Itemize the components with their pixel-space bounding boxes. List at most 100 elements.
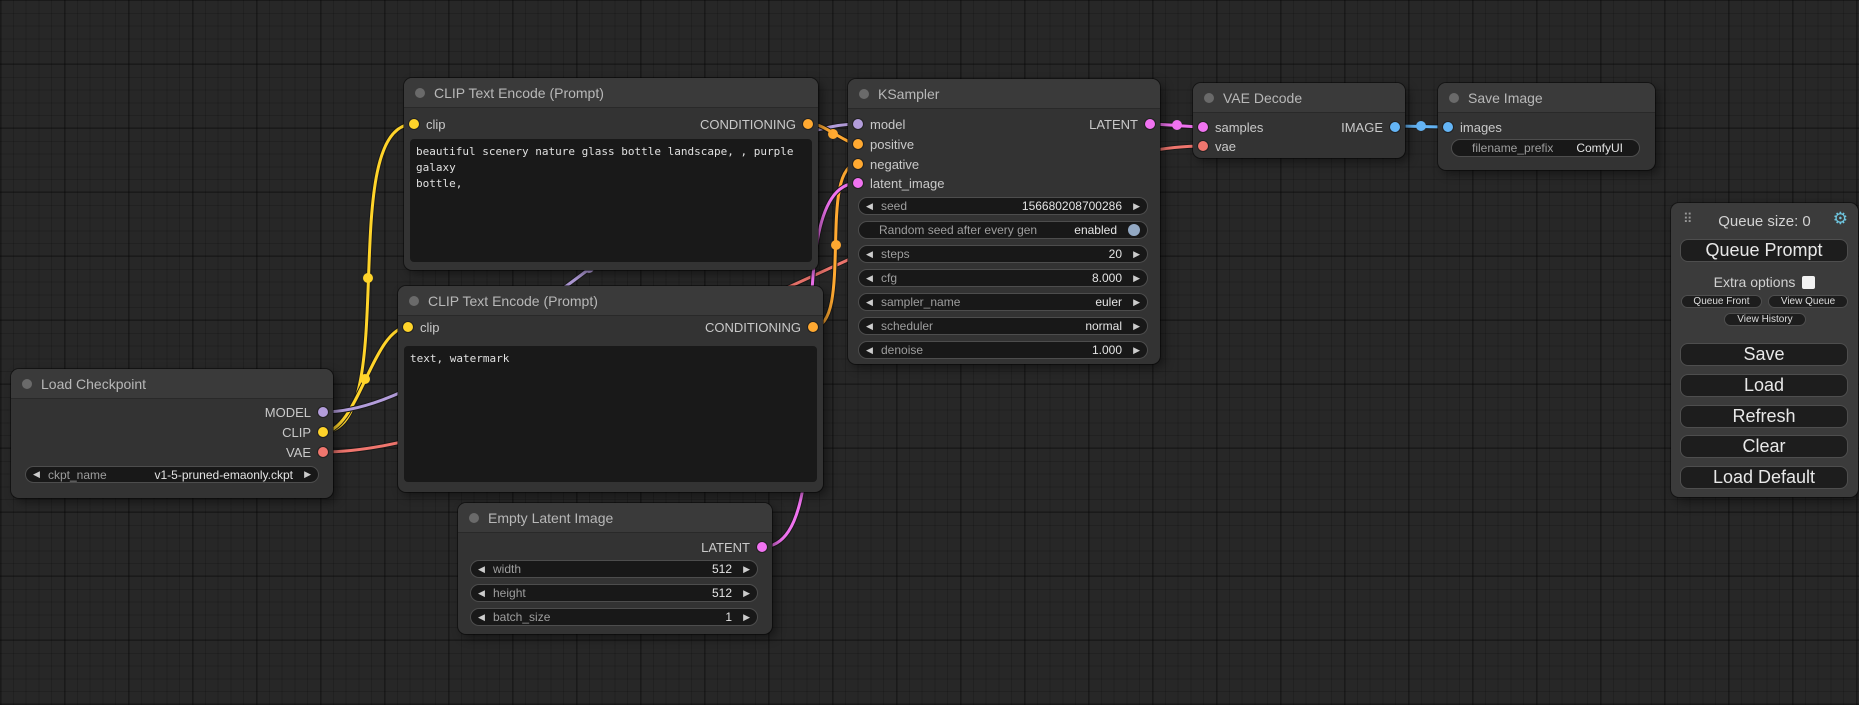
filename-prefix-widget[interactable]: filename_prefix ComfyUI <box>1451 139 1640 157</box>
collapse-dot-icon[interactable] <box>409 296 419 306</box>
extra-options-checkbox[interactable] <box>1802 276 1815 289</box>
view-queue-button[interactable]: View Queue <box>1768 295 1848 308</box>
node-ksampler[interactable]: KSampler model positive negative latent_… <box>848 79 1160 364</box>
node-empty-latent-image[interactable]: Empty Latent Image LATENT ◀ width 512 ▶ … <box>458 503 772 634</box>
node-vae-decode[interactable]: VAE Decode samples vae IMAGE <box>1193 83 1405 158</box>
decrement-icon[interactable]: ◀ <box>866 202 879 211</box>
collapse-dot-icon[interactable] <box>22 379 32 389</box>
vae-input-dot-icon[interactable] <box>1198 141 1208 151</box>
node-header[interactable]: Save Image <box>1438 83 1655 113</box>
decrement-icon[interactable]: ◀ <box>866 298 879 307</box>
input-slot-latent-image[interactable]: latent_image <box>853 173 944 193</box>
output-slot-vae[interactable]: VAE <box>286 442 328 462</box>
input-slot-positive[interactable]: positive <box>853 134 914 154</box>
input-slot-vae[interactable]: vae <box>1198 136 1236 156</box>
node-header[interactable]: CLIP Text Encode (Prompt) <box>398 286 823 316</box>
decrement-icon[interactable]: ◀ <box>478 565 491 574</box>
toggle-on-icon[interactable] <box>1128 224 1140 236</box>
save-button[interactable]: Save <box>1680 343 1848 366</box>
output-slot-model[interactable]: MODEL <box>265 402 328 422</box>
seed-widget[interactable]: ◀ seed 156680208700286 ▶ <box>858 197 1148 215</box>
positive-input-dot-icon[interactable] <box>853 139 863 149</box>
vae-output-dot-icon[interactable] <box>318 447 328 457</box>
node-header[interactable]: Load Checkpoint <box>11 369 333 399</box>
collapse-dot-icon[interactable] <box>415 88 425 98</box>
clear-button[interactable]: Clear <box>1680 435 1848 458</box>
collapse-dot-icon[interactable] <box>469 513 479 523</box>
denoise-widget[interactable]: ◀ denoise 1.000 ▶ <box>858 341 1148 359</box>
increment-icon[interactable]: ▶ <box>298 470 311 479</box>
load-button[interactable]: Load <box>1680 374 1848 397</box>
input-slot-images[interactable]: images <box>1443 117 1502 137</box>
width-widget[interactable]: ◀ width 512 ▶ <box>470 560 758 578</box>
view-history-button[interactable]: View History <box>1724 313 1806 326</box>
decrement-icon[interactable]: ◀ <box>866 346 879 355</box>
increment-icon[interactable]: ▶ <box>1127 274 1140 283</box>
negative-input-dot-icon[interactable] <box>853 159 863 169</box>
settings-gear-icon[interactable]: ⚙ <box>1833 210 1848 227</box>
output-slot-latent[interactable]: LATENT <box>701 537 767 557</box>
node-header[interactable]: Empty Latent Image <box>458 503 772 533</box>
output-slot-latent[interactable]: LATENT <box>1089 114 1155 134</box>
decrement-icon[interactable]: ◀ <box>866 274 879 283</box>
collapse-dot-icon[interactable] <box>859 89 869 99</box>
image-output-dot-icon[interactable] <box>1390 122 1400 132</box>
output-slot-image[interactable]: IMAGE <box>1341 117 1400 137</box>
samples-input-dot-icon[interactable] <box>1198 122 1208 132</box>
increment-icon[interactable]: ▶ <box>737 613 750 622</box>
queue-prompt-button[interactable]: Queue Prompt <box>1680 239 1848 262</box>
node-header[interactable]: CLIP Text Encode (Prompt) <box>404 78 818 108</box>
input-slot-clip[interactable]: clip <box>409 114 446 134</box>
output-slot-conditioning[interactable]: CONDITIONING <box>705 317 818 337</box>
input-slot-clip[interactable]: clip <box>403 317 440 337</box>
queue-panel[interactable]: ⠿ Queue size: 0 ⚙ Queue Prompt Extra opt… <box>1671 203 1858 497</box>
node-save-image[interactable]: Save Image images filename_prefix ComfyU… <box>1438 83 1655 170</box>
input-slot-samples[interactable]: samples <box>1198 117 1263 137</box>
model-input-dot-icon[interactable] <box>853 119 863 129</box>
cfg-widget[interactable]: ◀ cfg 8.000 ▶ <box>858 269 1148 287</box>
decrement-icon[interactable]: ◀ <box>866 322 879 331</box>
output-slot-conditioning[interactable]: CONDITIONING <box>700 114 813 134</box>
refresh-button[interactable]: Refresh <box>1680 405 1848 428</box>
batch-size-widget[interactable]: ◀ batch_size 1 ▶ <box>470 608 758 626</box>
ckpt-name-widget[interactable]: ◀ ckpt_name v1-5-pruned-emaonly.ckpt ▶ <box>25 466 319 483</box>
sampler-name-widget[interactable]: ◀ sampler_name euler ▶ <box>858 293 1148 311</box>
random-seed-toggle-widget[interactable]: Random seed after every gen enabled <box>858 221 1148 239</box>
decrement-icon[interactable]: ◀ <box>478 589 491 598</box>
latent-output-dot-icon[interactable] <box>1145 119 1155 129</box>
height-widget[interactable]: ◀ height 512 ▶ <box>470 584 758 602</box>
output-slot-clip[interactable]: CLIP <box>282 422 328 442</box>
scheduler-widget[interactable]: ◀ scheduler normal ▶ <box>858 317 1148 335</box>
conditioning-output-dot-icon[interactable] <box>803 119 813 129</box>
decrement-icon[interactable]: ◀ <box>866 250 879 259</box>
node-clip-text-encode-negative[interactable]: CLIP Text Encode (Prompt) clip CONDITION… <box>398 286 823 492</box>
node-header[interactable]: VAE Decode <box>1193 83 1405 113</box>
collapse-dot-icon[interactable] <box>1204 93 1214 103</box>
increment-icon[interactable]: ▶ <box>1127 298 1140 307</box>
clip-input-dot-icon[interactable] <box>403 322 413 332</box>
node-header[interactable]: KSampler <box>848 79 1160 109</box>
conditioning-output-dot-icon[interactable] <box>808 322 818 332</box>
increment-icon[interactable]: ▶ <box>737 565 750 574</box>
load-default-button[interactable]: Load Default <box>1680 466 1848 489</box>
node-load-checkpoint[interactable]: Load Checkpoint MODEL CLIP VAE ◀ ckpt_na… <box>11 369 333 498</box>
increment-icon[interactable]: ▶ <box>1127 250 1140 259</box>
negative-prompt-textarea[interactable]: text, watermark <box>404 346 817 482</box>
latent-input-dot-icon[interactable] <box>853 178 863 188</box>
increment-icon[interactable]: ▶ <box>1127 202 1140 211</box>
queue-front-button[interactable]: Queue Front <box>1681 295 1762 308</box>
collapse-dot-icon[interactable] <box>1449 93 1459 103</box>
node-graph-canvas[interactable]: Load Checkpoint MODEL CLIP VAE ◀ ckpt_na… <box>0 0 1859 705</box>
clip-input-dot-icon[interactable] <box>409 119 419 129</box>
increment-icon[interactable]: ▶ <box>737 589 750 598</box>
increment-icon[interactable]: ▶ <box>1127 346 1140 355</box>
clip-output-dot-icon[interactable] <box>318 427 328 437</box>
latent-output-dot-icon[interactable] <box>757 542 767 552</box>
steps-widget[interactable]: ◀ steps 20 ▶ <box>858 245 1148 263</box>
decrement-icon[interactable]: ◀ <box>478 613 491 622</box>
positive-prompt-textarea[interactable]: beautiful scenery nature glass bottle la… <box>410 139 812 262</box>
model-output-dot-icon[interactable] <box>318 407 328 417</box>
input-slot-model[interactable]: model <box>853 114 905 134</box>
decrement-icon[interactable]: ◀ <box>33 470 46 479</box>
images-input-dot-icon[interactable] <box>1443 122 1453 132</box>
